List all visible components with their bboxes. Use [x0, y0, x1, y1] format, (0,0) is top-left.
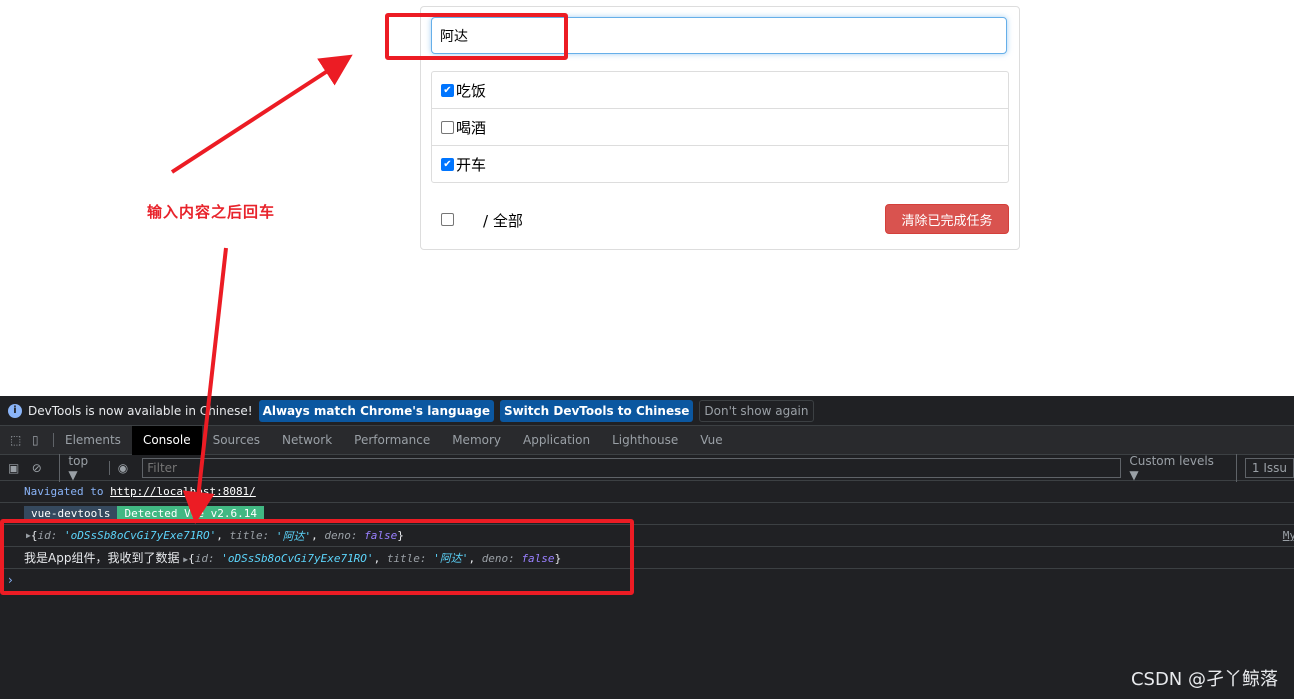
tab-lighthouse[interactable]: Lighthouse — [601, 426, 689, 455]
match-language-button[interactable]: Always match Chrome's language — [258, 399, 494, 422]
todo-item[interactable]: 喝酒 — [432, 109, 1008, 146]
nav-text: Navigated to — [24, 485, 104, 498]
tab-sources[interactable]: Sources — [202, 426, 271, 455]
info-icon: i — [8, 403, 22, 418]
todo-title: 喝酒 — [456, 118, 487, 137]
annotation-note: 输入内容之后回车 — [147, 203, 276, 221]
select-all-checkbox[interactable] — [441, 213, 454, 226]
filter-input[interactable] — [142, 457, 1122, 478]
log-levels-select[interactable]: Custom levels ▼ — [1121, 453, 1237, 482]
todo-title: 开车 — [456, 156, 487, 174]
footer-count-label: / 全部 — [483, 212, 523, 230]
dont-show-again-button[interactable]: Don't show again — [699, 399, 814, 422]
inspect-icon[interactable]: ⬚ — [0, 433, 24, 447]
infobar-message: DevTools is now available in Chinese! — [28, 403, 253, 418]
console-navigated-line: Navigated to http://localhost:8081/ — [0, 481, 1294, 503]
sidebar-toggle-icon[interactable]: ▣ — [0, 461, 32, 475]
annotation-box-console — [0, 519, 634, 595]
devtools-infobar: i DevTools is now available in Chinese! … — [0, 396, 1294, 426]
switch-chinese-button[interactable]: Switch DevTools to Chinese — [499, 399, 694, 422]
clear-completed-button[interactable]: 清除已完成任务 — [885, 204, 1009, 234]
todo-item[interactable]: ✔ 吃饭 — [432, 72, 1008, 109]
tab-application[interactable]: Application — [512, 426, 601, 455]
tab-vue[interactable]: Vue — [689, 426, 733, 455]
nav-url-link[interactable]: http://localhost:8081/ — [110, 485, 256, 498]
clear-console-icon[interactable]: ⊘ — [32, 461, 60, 475]
eye-icon[interactable]: ◉ — [108, 460, 136, 475]
arrow-to-input — [170, 54, 353, 174]
checkbox[interactable]: ✔ — [441, 158, 454, 171]
context-select[interactable]: top ▼ — [59, 453, 108, 482]
device-toolbar-icon[interactable]: ▯ — [24, 433, 54, 447]
devtools-tabs: ⬚ ▯ Elements Console Sources Network Per… — [0, 425, 1294, 455]
checkbox[interactable]: ✔ — [441, 83, 454, 97]
checkbox[interactable] — [441, 120, 454, 134]
todo-title: 吃饭 — [456, 81, 487, 100]
tab-memory[interactable]: Memory — [441, 426, 512, 455]
annotation-box-input — [385, 13, 568, 60]
tab-console[interactable]: Console — [131, 425, 202, 455]
tab-elements[interactable]: Elements — [54, 426, 132, 455]
todo-list: ✔ 吃饭 喝酒 ✔ 开车 — [431, 71, 1009, 183]
console-toolbar: ▣ ⊘ top ▼ ◉ Custom levels ▼ 1 Issu — [0, 453, 1294, 482]
tab-network[interactable]: Network — [271, 426, 343, 455]
issues-button[interactable]: 1 Issu — [1244, 457, 1294, 478]
tab-performance[interactable]: Performance — [343, 426, 441, 455]
todo-item[interactable]: ✔ 开车 — [432, 146, 1008, 183]
source-link[interactable]: My — [1283, 529, 1294, 542]
watermark: CSDN @孑丫鲸落 — [1130, 669, 1278, 690]
